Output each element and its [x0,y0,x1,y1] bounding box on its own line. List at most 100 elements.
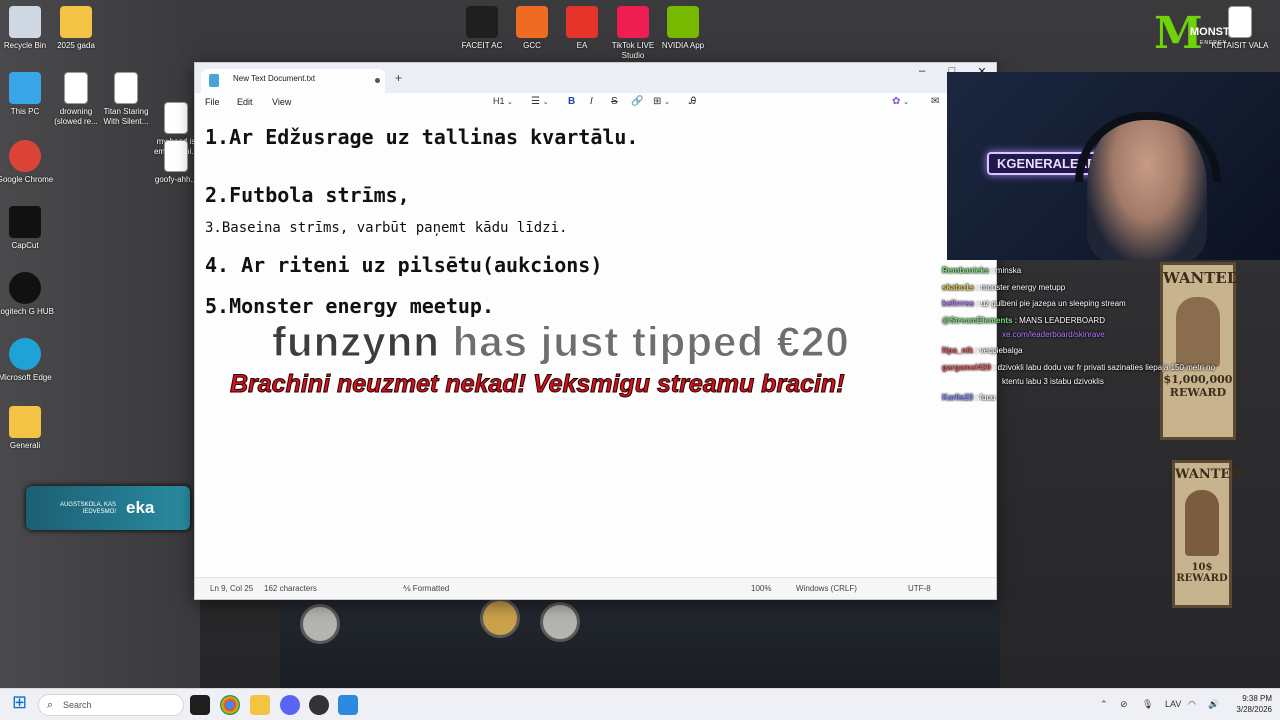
folder-icon [9,406,41,438]
heading-value: H1 [493,96,505,106]
zoom-level[interactable]: 100% [751,584,771,593]
bold-button[interactable]: B [568,96,575,107]
recycle-bin-icon [9,6,41,38]
poster-reward: 10$ REWARD [1176,562,1228,584]
copilot-icon[interactable]: ✿ ⌄ [892,96,909,107]
note-line-2: 2.Futbola strīms, [205,183,410,207]
cursor-position[interactable]: Ln 9, Col 25 [210,584,253,593]
heading-select[interactable]: H1 ⌄ [493,96,513,106]
format-label: Formatted [412,584,450,593]
format-status[interactable]: ⅍ Formatted [403,584,449,593]
police-badge-icon [540,602,580,642]
logo-sub: ENERGY [1200,40,1228,46]
police-badge-icon [480,598,520,638]
chat-message: Npa_nik : vecpiebalga [942,346,1023,355]
desktop-icon-label: Microsoft Edge [0,373,52,382]
microphone-icon[interactable]: 🎙 [1142,699,1153,710]
notepad-icon[interactable] [338,695,358,715]
desktop-icon[interactable]: Microsoft Edge [0,338,55,383]
minimize-button[interactable]: – [907,65,937,77]
file-explorer-icon[interactable] [250,695,270,715]
menu-view[interactable]: View [272,97,291,107]
monster-energy-logo: M MONSTER ENERGY [1150,8,1246,68]
chat-text: ktentu labu 3 istabu dzivoklis [1002,377,1104,386]
chat-message: xe.com/leaderboard/skinrave [1002,330,1105,339]
chat-message: kefirrrss : uz gulbeni pie jazepa un sle… [942,299,1126,308]
eka-widget[interactable]: AUGSTSKOLA, KAS IEDVESMO! eka [26,486,190,530]
edge-icon [9,338,41,370]
chat-message: Rembanieks : minska [942,266,1021,275]
windows-start-icon[interactable]: ⊞ [12,692,32,712]
chat-username: kefirrrss [942,299,975,308]
desktop-icon[interactable]: 2025 gada [46,6,106,51]
chrome-icon[interactable] [220,695,240,715]
faceit-icon [466,6,498,38]
video-file-icon [114,72,138,104]
clock[interactable]: 9:38 PM 3/28/2026 [1228,693,1272,715]
chat-text: : uz gulbeni pie jazepa un sleeping stre… [974,299,1126,308]
desktop-icon[interactable]: Logitech G HUB [0,272,55,317]
desktop-icon-label: 2025 gada [57,41,95,50]
character-count: 162 characters [264,584,317,593]
menu-edit[interactable]: Edit [237,97,253,107]
network-icon[interactable]: ⊘ [1120,699,1128,710]
wifi-icon[interactable]: ◠ [1188,699,1196,710]
note-line-1: 1.Ar Edžusrage uz tallinas kvartālu. [205,125,639,149]
tiktok-icon [617,6,649,38]
new-tab-button[interactable]: + [395,71,402,85]
chat-message: skabo1s : monster energy metupp [942,283,1065,292]
clock-date: 3/28/2026 [1236,705,1272,714]
feedback-icon[interactable]: ✉ [931,96,939,107]
chat-username: skabo1s [942,283,975,292]
clear-format-icon[interactable]: Ꭿ [689,96,696,107]
search-placeholder: Search [63,700,92,710]
tip-amount-text: has just tipped €20 [452,318,850,366]
desktop-icon[interactable]: Google Chrome [0,140,55,185]
chevron-down-icon: ⌄ [664,99,671,106]
unsaved-dot-icon[interactable] [375,78,380,83]
line-ending[interactable]: Windows (CRLF) [796,584,857,593]
monitor-icon [9,72,41,104]
obs-icon[interactable] [309,695,329,715]
menu-file[interactable]: File [205,97,220,107]
tipper-name: funzynn [272,318,440,366]
poster-figure [1176,297,1220,367]
chat-username: Karlis23 [942,393,974,402]
chat-text: : monster energy metupp [974,283,1066,292]
tip-alert: funzynn has just tipped €20 [272,318,850,366]
video-file-icon [164,102,188,134]
headset [1075,112,1221,182]
capcut-icon [9,206,41,238]
strikethrough-button[interactable]: S [611,96,618,107]
note-line-4: 4. Ar riteni uz pilsētu(aukcions) [205,253,603,277]
taskbar-search[interactable]: ⌕ Search [38,694,184,716]
list-button[interactable]: ☰ ⌄ [531,96,549,107]
encoding[interactable]: UTF-8 [908,584,931,593]
video-file-icon [164,140,188,172]
logo-word: MONSTER [1190,26,1245,38]
desktop-icon[interactable]: CapCut [0,206,55,251]
link-icon[interactable]: 🔗 [631,96,643,107]
document-tab[interactable]: New Text Document.txt [201,69,385,93]
language-indicator[interactable]: LAV [1165,699,1181,709]
poster-reward: $1,000,000 REWARD [1163,373,1233,399]
chat-username: Npa_nik [942,346,974,355]
search-icon: ⌕ [47,699,54,711]
task-view-icon[interactable] [190,695,210,715]
markdown-icon: ⅍ [403,584,411,593]
discord-icon[interactable] [280,695,300,715]
tip-message: Brachini neuzmet nekad! Veksmigu streamu… [230,370,846,399]
wallpaper-police-figure [280,596,1000,688]
clock-time: 9:38 PM [1242,694,1272,703]
table-button[interactable]: ⊞ ⌄ [653,96,670,107]
speaker-icon[interactable]: 🔊 [1208,699,1219,710]
desktop-icon[interactable]: NVIDIA App [653,6,713,51]
wanted-poster-top: WANTED $1,000,000 REWARD [1160,262,1240,440]
chevron-up-icon[interactable]: ⌃ [1100,699,1108,710]
desktop-icon[interactable]: Generali [0,406,55,451]
italic-button[interactable]: I [590,96,593,107]
desktop-icon-label: Logitech G HUB [0,307,54,316]
webcam-feed: KGENERALEXE [947,72,1280,260]
nvidia-icon [667,6,699,38]
desktop-icon-label: NVIDIA App [661,41,705,50]
